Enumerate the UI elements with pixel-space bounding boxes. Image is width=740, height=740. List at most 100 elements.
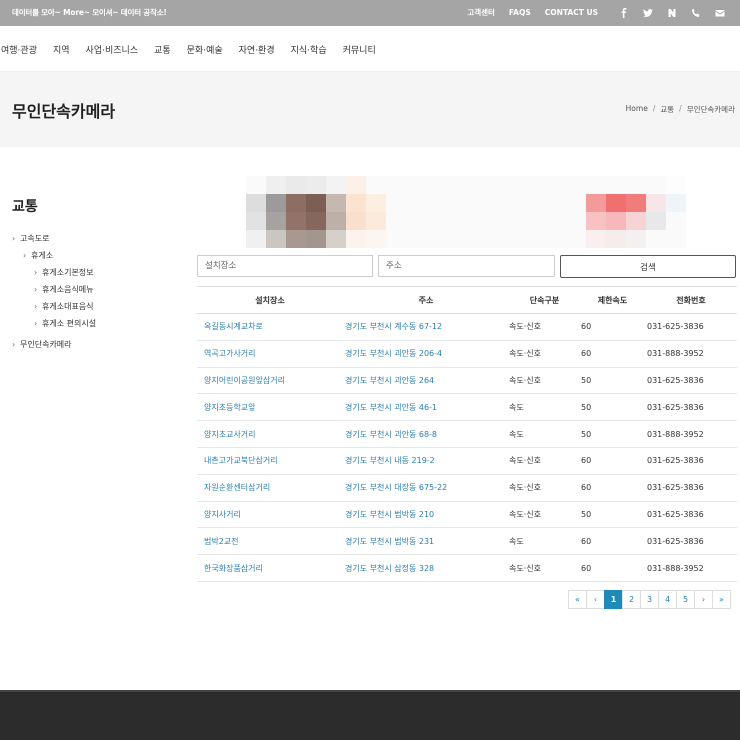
breadcrumb-current: 무인단속카메라	[686, 105, 735, 114]
phone-number: 031-888-3952	[645, 420, 737, 448]
sidebar-item-rest-area-facilities[interactable]: › 휴게소 편의시설	[34, 318, 96, 329]
table-cell: 자원순환센터삼거리	[197, 474, 343, 502]
location-link[interactable]: 범박2교전	[204, 537, 239, 546]
phone-number: 031-888-3952	[645, 340, 737, 368]
nav-item-knowledge[interactable]: 지식·학습	[291, 43, 327, 56]
location-link[interactable]: 역곡고가사거리	[204, 349, 256, 358]
table-cell: 경기도 부천시 삼정동 328	[343, 554, 509, 582]
first-page-button[interactable]: «	[568, 590, 587, 609]
top-links: 고객센터 FAQS CONTACT US	[467, 0, 732, 26]
table-row: 한국화장품삼거리 경기도 부천시 삼정동 328 속도·신호 60 031-888-39…	[197, 554, 737, 582]
speed-limit: 60	[580, 527, 645, 556]
page-title: 무인단속카메라	[12, 102, 116, 121]
address-link[interactable]: 경기도 부천시 범박동 210	[345, 510, 434, 519]
page-button[interactable]: 5	[676, 590, 695, 609]
main-navigation: 여행·관광 지역 사업·비즈니스 교통 문화·예술 자연·환경 지식·학습 커뮤…	[0, 26, 740, 72]
address-link[interactable]: 경기도 부천시 대장동 675-22	[345, 483, 447, 492]
search-form: 검색	[197, 255, 737, 278]
speed-limit: 50	[580, 501, 645, 529]
sidebar-item-label: 휴게소음식메뉴	[42, 285, 94, 294]
breadcrumb-home[interactable]: Home	[626, 104, 648, 115]
address-link[interactable]: 경기도 부천시 내동 219-2	[345, 456, 435, 465]
table-cell: 양지사거리	[197, 501, 343, 529]
page-button[interactable]: 2	[622, 590, 641, 609]
location-search-input[interactable]	[197, 255, 373, 277]
nav-item-community[interactable]: 커뮤니티	[343, 43, 376, 56]
table-cell: 경기도 부천시 괴안동 46-1	[343, 393, 509, 422]
address-link[interactable]: 경기도 부천시 계수동 67-12	[345, 322, 442, 331]
address-search-input[interactable]	[378, 255, 555, 277]
location-link[interactable]: 양지어린이공원앞삼거리	[204, 376, 285, 385]
location-link[interactable]: 내촌고가교북단삼거리	[204, 456, 278, 465]
sidebar-item-rest-area-signature-food[interactable]: › 휴게소대표음식	[34, 301, 94, 312]
location-link[interactable]: 양지사거리	[204, 510, 241, 519]
twitter-icon[interactable]	[636, 0, 660, 26]
table-cell: 양지초교사거리	[197, 420, 343, 448]
location-link[interactable]: 양지초교사거리	[204, 430, 256, 439]
table-cell: 양지초등학교앞	[197, 393, 343, 422]
chevron-right-icon: ›	[34, 319, 38, 328]
nav-item-traffic[interactable]: 교통	[154, 43, 171, 56]
nav-item-region[interactable]: 지역	[53, 43, 70, 56]
phone-icon[interactable]	[684, 0, 708, 26]
address-link[interactable]: 경기도 부천시 범박동 231	[345, 537, 434, 546]
column-header-speed-limit: 제한속도	[580, 286, 645, 314]
speed-limit: 60	[580, 447, 645, 475]
address-link[interactable]: 경기도 부천시 괴안동 264	[345, 376, 434, 385]
chevron-right-icon: ›	[34, 302, 38, 311]
next-page-button[interactable]: ›	[694, 590, 713, 609]
table-cell: 경기도 부천시 범박동 210	[343, 501, 509, 529]
page-button[interactable]: 3	[640, 590, 659, 609]
chevron-right-icon: ›	[12, 340, 16, 349]
sidebar-item-speed-camera[interactable]: › 무인단속카메라	[12, 339, 72, 350]
address-link[interactable]: 경기도 부천시 괴안동 46-1	[345, 403, 437, 412]
enforcement-type: 속도·신호	[509, 340, 580, 368]
prev-page-button[interactable]: ‹	[586, 590, 605, 609]
enforcement-type: 속도·신호	[509, 501, 580, 529]
search-button[interactable]: 검색	[560, 255, 736, 278]
mail-icon[interactable]	[708, 0, 732, 26]
nav-item-nature[interactable]: 자연·환경	[239, 43, 275, 56]
table-cell: 경기도 부천시 범박동 231	[343, 527, 509, 556]
speed-limit: 60	[580, 554, 645, 582]
sidebar-item-highway[interactable]: › 고속도로	[12, 233, 49, 244]
speed-limit: 60	[580, 340, 645, 368]
sidebar-item-rest-area-info[interactable]: › 휴게소기본정보	[34, 267, 94, 278]
last-page-button[interactable]: »	[712, 590, 731, 609]
naver-icon[interactable]	[660, 0, 684, 26]
location-link[interactable]: 자원순환센터삼거리	[204, 483, 270, 492]
faqs-link[interactable]: FAQS	[509, 0, 531, 26]
phone-number: 031-625-3836	[645, 313, 737, 341]
location-link[interactable]: 한국화장품삼거리	[204, 564, 263, 573]
page-button[interactable]: 1	[604, 590, 623, 609]
address-link[interactable]: 경기도 부천시 괴안동 206-4	[345, 349, 442, 358]
location-link[interactable]: 옥길동시계교차로	[204, 322, 263, 331]
column-header-enforcement-type: 단속구분	[509, 286, 580, 314]
table-header-row: 설치장소 주소 단속구분 제한속도 전화번호	[197, 286, 737, 314]
nav-item-travel[interactable]: 여행·관광	[1, 43, 37, 56]
phone-number: 031-625-3836	[645, 501, 737, 529]
contact-us-link[interactable]: CONTACT US	[545, 0, 598, 26]
enforcement-type: 속도·신호	[509, 367, 580, 395]
sidebar-item-label: 무인단속카메라	[20, 340, 72, 349]
location-link[interactable]: 양지초등학교앞	[204, 403, 256, 412]
address-link[interactable]: 경기도 부천시 삼정동 328	[345, 564, 434, 573]
table-cell: 양지어린이공원앞삼거리	[197, 367, 343, 395]
nav-item-business[interactable]: 사업·비즈니스	[86, 43, 139, 56]
sidebar-item-rest-area-menu[interactable]: › 휴게소음식메뉴	[34, 284, 94, 295]
facebook-icon[interactable]	[612, 0, 636, 26]
table-row: 내촌고가교북단삼거리 경기도 부천시 내동 219-2 속도·신호 60 031-625…	[197, 447, 737, 475]
enforcement-type: 속도·신호	[509, 447, 580, 475]
sidebar-item-label: 휴게소기본정보	[42, 268, 94, 277]
enforcement-type: 속도·신호	[509, 313, 580, 341]
footer	[0, 690, 740, 740]
nav-item-culture[interactable]: 문화·예술	[187, 43, 223, 56]
page-button[interactable]: 4	[658, 590, 677, 609]
sidebar-item-rest-area[interactable]: › 휴게소	[23, 250, 53, 261]
customer-center-link[interactable]: 고객센터	[467, 0, 495, 26]
column-header-phone: 전화번호	[645, 286, 737, 314]
address-link[interactable]: 경기도 부천시 괴안동 68-8	[345, 430, 437, 439]
breadcrumb-traffic[interactable]: 교통	[660, 104, 674, 115]
enforcement-type: 속도·신호	[509, 474, 580, 502]
table-cell: 경기도 부천시 계수동 67-12	[343, 313, 509, 341]
